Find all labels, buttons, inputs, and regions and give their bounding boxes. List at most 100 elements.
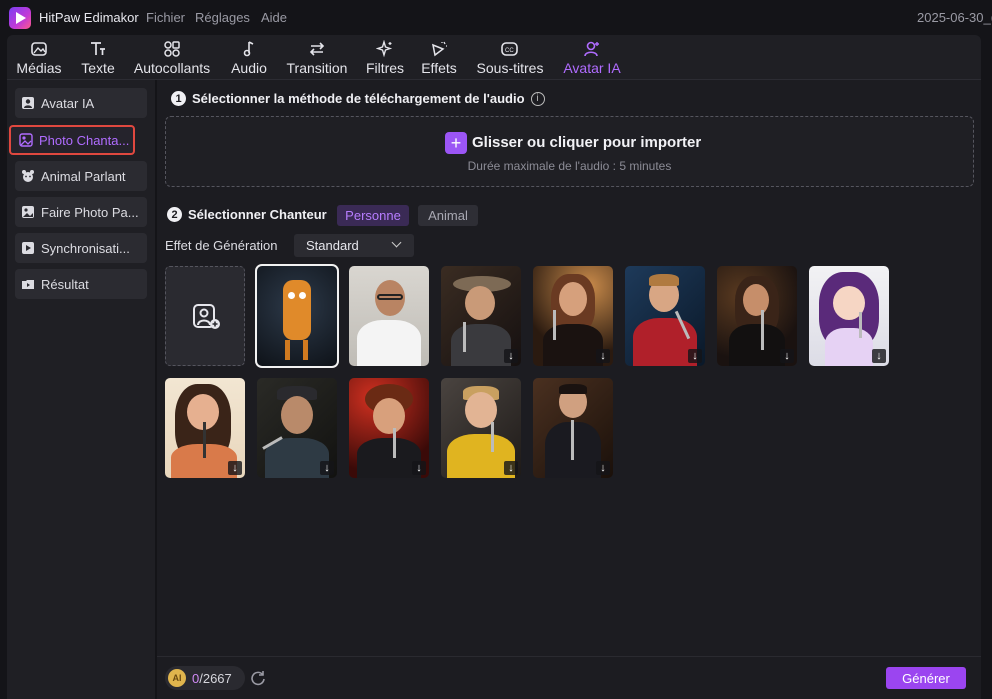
tool-texte[interactable]: Texte bbox=[80, 35, 116, 80]
sidebar-item-photo-chantante[interactable]: Photo Chanta... bbox=[9, 125, 135, 155]
dress bbox=[729, 324, 785, 366]
tool-label: Texte bbox=[81, 60, 115, 76]
mic-icon bbox=[393, 428, 396, 458]
step-1-title: 1 Sélectionner la méthode de téléchargem… bbox=[171, 91, 545, 106]
tool-label: Autocollants bbox=[133, 60, 211, 76]
audio-upload-dropzone[interactable]: + Glisser ou cliquer pour importer Durée… bbox=[165, 116, 974, 187]
download-icon[interactable]: ↓ bbox=[504, 349, 518, 363]
avatar-icon bbox=[22, 97, 34, 109]
face bbox=[465, 286, 495, 320]
tool-avatar-ia[interactable]: Avatar IA bbox=[562, 35, 622, 80]
talking-photo-icon bbox=[22, 206, 34, 218]
menu-reglages[interactable]: Réglages bbox=[195, 10, 250, 25]
sidebar-item-label: Animal Parlant bbox=[41, 168, 126, 184]
eye bbox=[288, 292, 295, 299]
filters-icon bbox=[376, 38, 394, 60]
leg bbox=[285, 340, 290, 360]
singer-thumb-man-glasses[interactable] bbox=[349, 266, 429, 366]
sidebar-item-label: Photo Chanta... bbox=[39, 132, 130, 148]
tool-transition[interactable]: Transition bbox=[286, 35, 348, 80]
tool-audio[interactable]: Audio bbox=[229, 35, 269, 80]
mic-icon bbox=[859, 312, 862, 338]
tool-filtres[interactable]: Filtres bbox=[365, 35, 405, 80]
title-bar: HitPaw Edimakor Fichier Réglages Aide 20… bbox=[0, 0, 992, 34]
tool-autocollants[interactable]: Autocollants bbox=[133, 35, 211, 80]
singer-thumb-cartoon[interactable] bbox=[255, 264, 339, 368]
eye bbox=[299, 292, 306, 299]
singer-thumb-boy-curly[interactable]: ↓ bbox=[349, 378, 429, 478]
tool-label: Avatar IA bbox=[563, 60, 621, 76]
filter-animal[interactable]: Animal bbox=[418, 205, 478, 226]
effect-label: Effet de Génération bbox=[165, 238, 278, 253]
audio-icon bbox=[240, 38, 258, 60]
shirt bbox=[357, 320, 421, 366]
download-icon[interactable]: ↓ bbox=[320, 461, 334, 475]
mic-icon bbox=[491, 422, 494, 452]
singer-thumb-boy-red[interactable]: ↓ bbox=[625, 266, 705, 366]
leg bbox=[303, 340, 308, 360]
download-icon[interactable]: ↓ bbox=[504, 461, 518, 475]
tool-label: Transition bbox=[286, 60, 348, 76]
download-icon[interactable]: ↓ bbox=[688, 349, 702, 363]
app-logo-icon bbox=[9, 7, 31, 29]
singer-thumb-woman-bokeh[interactable]: ↓ bbox=[717, 266, 797, 366]
download-icon[interactable]: ↓ bbox=[412, 461, 426, 475]
singer-thumb-woman-stage[interactable]: ↓ bbox=[533, 266, 613, 366]
upload-subtitle: Durée maximale de l'audio : 5 minutes bbox=[467, 159, 672, 173]
refresh-icon[interactable] bbox=[249, 669, 267, 687]
filter-personne[interactable]: Personne bbox=[337, 205, 409, 226]
mic-icon bbox=[553, 310, 556, 340]
singer-thumb-anime-girl[interactable]: ↓ bbox=[809, 266, 889, 366]
sidebar-item-label: Faire Photo Pa... bbox=[41, 204, 139, 220]
add-singer-button[interactable] bbox=[165, 266, 245, 366]
face bbox=[559, 282, 587, 316]
singer-thumb-boy-yellow[interactable]: ↓ bbox=[441, 378, 521, 478]
text-icon bbox=[89, 38, 107, 60]
menu-fichier[interactable]: Fichier bbox=[146, 10, 185, 25]
menu-aide[interactable]: Aide bbox=[261, 10, 287, 25]
hair bbox=[649, 274, 679, 286]
mic-icon bbox=[571, 420, 574, 460]
singer-thumb-boy-suit[interactable]: ↓ bbox=[533, 378, 613, 478]
download-icon[interactable]: ↓ bbox=[596, 461, 610, 475]
sidebar-item-synchronisation[interactable]: Synchronisati... bbox=[15, 233, 147, 263]
main-toolbar: Médias Texte Autocollants Audio Transiti… bbox=[7, 35, 981, 80]
stickers-icon bbox=[163, 38, 181, 60]
svg-text:CC: CC bbox=[505, 48, 514, 54]
animal-icon bbox=[22, 170, 34, 182]
info-icon[interactable]: i bbox=[530, 91, 545, 106]
effect-select-value: Standard bbox=[306, 238, 359, 253]
download-icon[interactable]: ↓ bbox=[780, 349, 794, 363]
step-number: 1 bbox=[171, 91, 186, 106]
singer-thumb-old-man[interactable]: ↓ bbox=[257, 378, 337, 478]
step-number: 2 bbox=[167, 207, 182, 222]
singer-thumb-girl-illustration[interactable]: ↓ bbox=[165, 378, 245, 478]
upload-title: Glisser ou cliquer pour importer bbox=[472, 134, 702, 151]
step-2-text: Sélectionner Chanteur bbox=[188, 207, 327, 222]
tool-medias[interactable]: Médias bbox=[16, 35, 62, 80]
chevron-down-icon bbox=[391, 237, 402, 248]
glasses-icon bbox=[377, 294, 403, 300]
sidebar-item-avatar-ia[interactable]: Avatar IA bbox=[15, 88, 147, 118]
download-icon[interactable]: ↓ bbox=[228, 461, 242, 475]
credits-used: 0 bbox=[192, 670, 200, 686]
generate-button[interactable]: Générer bbox=[886, 667, 966, 689]
tool-label: Effets bbox=[421, 60, 457, 76]
face bbox=[281, 396, 313, 434]
cartoon-figure bbox=[283, 280, 311, 340]
tool-sous-titres[interactable]: CC Sous-titres bbox=[475, 35, 545, 80]
tool-effets[interactable]: Effets bbox=[421, 35, 457, 80]
sidebar-item-label: Synchronisati... bbox=[41, 240, 130, 256]
sidebar-item-resultat[interactable]: Résultat bbox=[15, 269, 147, 299]
download-icon[interactable]: ↓ bbox=[872, 349, 886, 363]
sidebar-item-animal-parlant[interactable]: Animal Parlant bbox=[15, 161, 147, 191]
effect-select[interactable]: Standard bbox=[294, 234, 414, 257]
sidebar-item-faire-photo-parlante[interactable]: Faire Photo Pa... bbox=[15, 197, 147, 227]
dress bbox=[543, 324, 603, 366]
mic-icon bbox=[203, 422, 206, 458]
singer-thumb-boy-hat[interactable]: ↓ bbox=[441, 266, 521, 366]
top bbox=[825, 328, 873, 366]
download-icon[interactable]: ↓ bbox=[596, 349, 610, 363]
subtitles-icon: CC bbox=[500, 38, 520, 60]
project-title: 2025-06-30_( bbox=[917, 10, 992, 25]
